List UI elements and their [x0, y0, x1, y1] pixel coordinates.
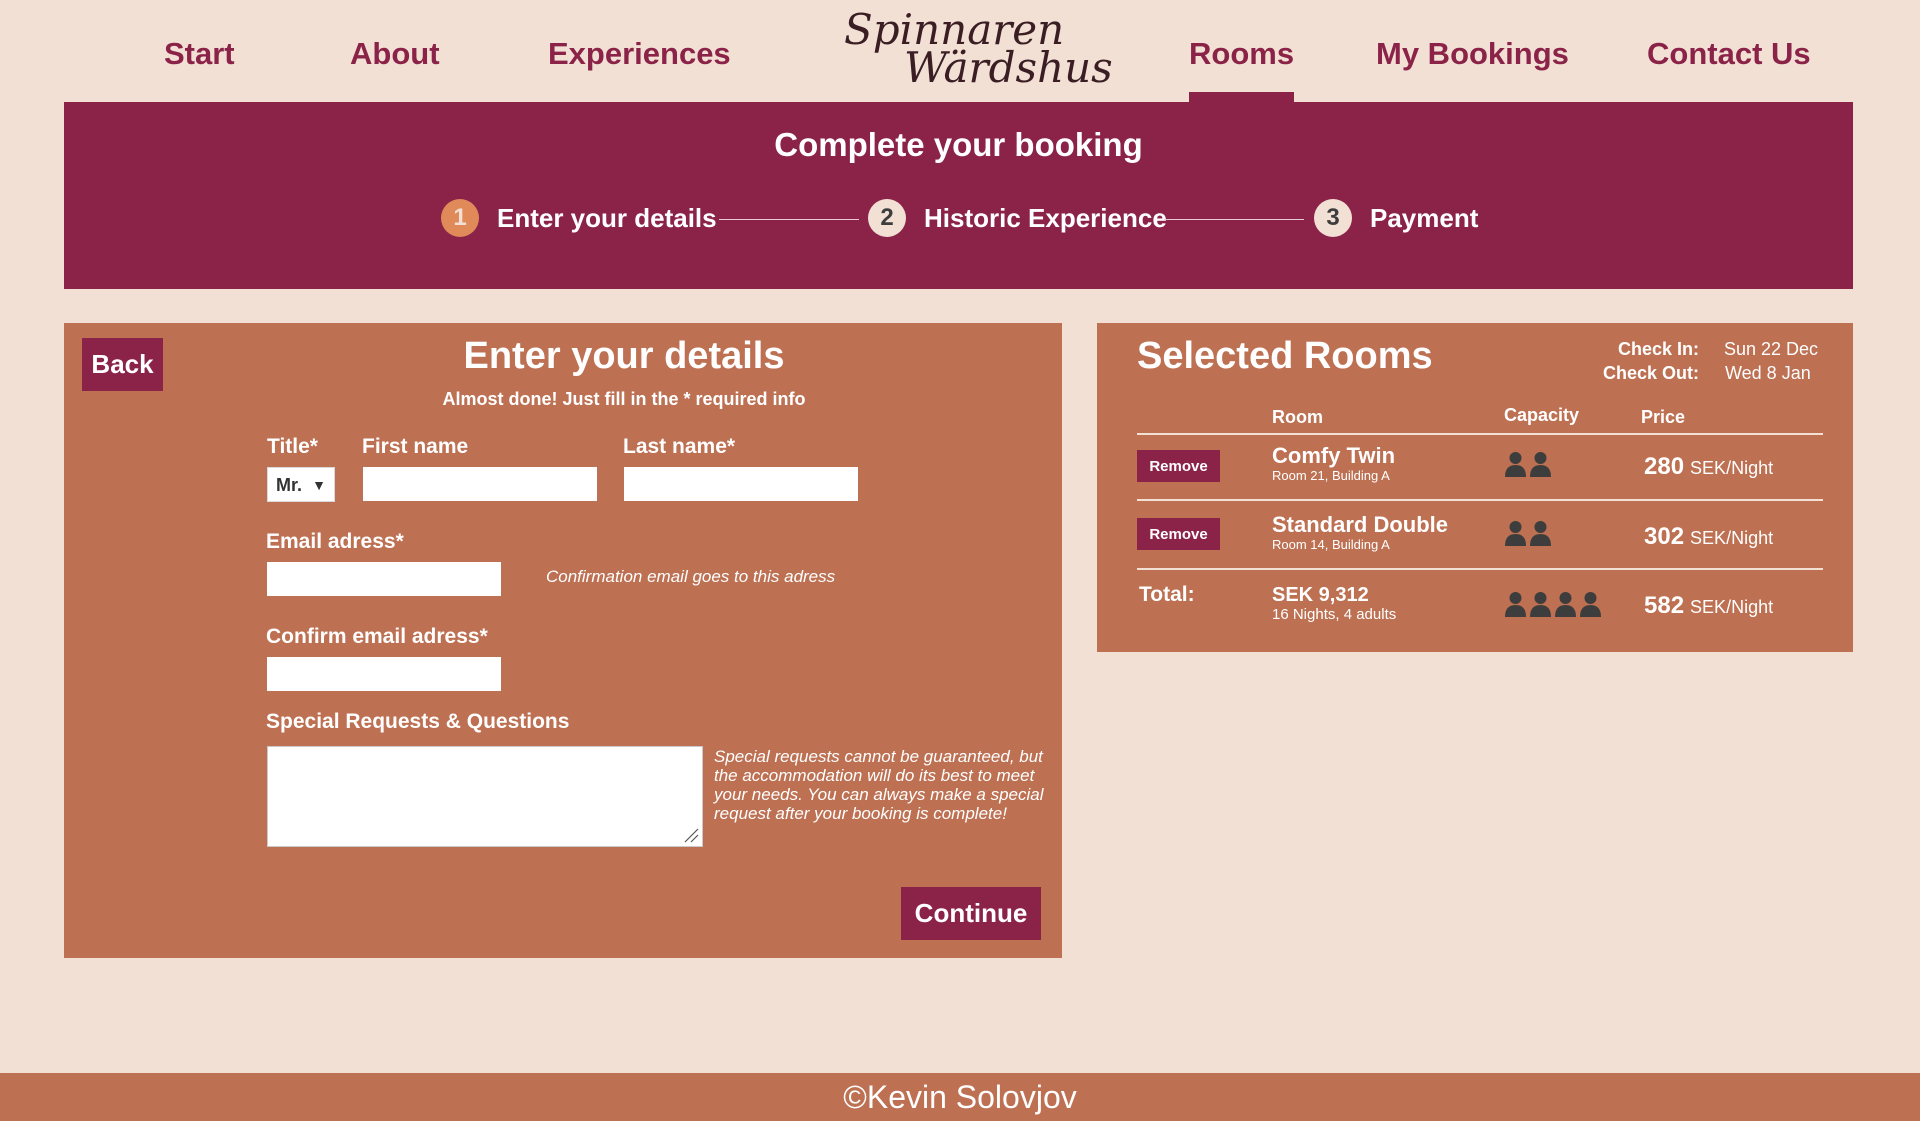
- person-icon: [1505, 452, 1526, 477]
- total-amount: SEK 9,312: [1272, 584, 1369, 606]
- remove-room-button[interactable]: Remove: [1137, 518, 1220, 550]
- logo-line-2: Wärdshus: [904, 43, 1113, 92]
- step-1-label: Enter your details: [497, 202, 717, 233]
- title-select[interactable]: Mr. ▼: [267, 467, 335, 502]
- title-select-value: Mr.: [276, 475, 303, 495]
- room-price: 280 SEK/Night: [1644, 453, 1773, 481]
- column-capacity: Capacity: [1504, 405, 1580, 425]
- nav-rooms[interactable]: Rooms: [1189, 34, 1295, 102]
- email-input[interactable]: [267, 562, 501, 596]
- first-name-label: First name: [362, 435, 469, 458]
- check-out-label: Check Out:: [1602, 363, 1699, 383]
- check-in-label: Check In:: [1617, 339, 1699, 359]
- person-icon: [1530, 592, 1551, 617]
- title-label: Title*: [267, 435, 318, 458]
- room-price-value: 302: [1644, 523, 1685, 550]
- total-price: 582 SEK/Night: [1644, 592, 1773, 620]
- booking-progress-banner: Complete your booking 1 Enter your detai…: [64, 102, 1853, 289]
- total-price-value: 582: [1644, 592, 1685, 619]
- room-price-unit: SEK/Night: [1690, 528, 1774, 548]
- nav-start[interactable]: Start: [164, 34, 235, 74]
- footer-copyright: ©Kevin Solovjov: [843, 1079, 1077, 1115]
- site-logo[interactable]: Spinnaren Wärdshus: [840, 6, 1113, 92]
- person-icon: [1580, 592, 1601, 617]
- details-form-panel: Back Enter your details Almost done! Jus…: [64, 323, 1062, 958]
- first-name-input[interactable]: [363, 467, 597, 501]
- room-capacity: [1505, 520, 1551, 546]
- back-button[interactable]: Back: [82, 338, 163, 391]
- special-requests-textarea[interactable]: [267, 746, 703, 847]
- resize-grip-icon[interactable]: [683, 827, 699, 843]
- person-icon: [1555, 592, 1576, 617]
- selected-rooms-panel: Selected Rooms Check In: Sun 22 Dec Chec…: [1097, 323, 1853, 652]
- nav-about[interactable]: About: [350, 34, 440, 74]
- last-name-input[interactable]: [624, 467, 858, 501]
- remove-room-button[interactable]: Remove: [1137, 450, 1220, 482]
- room-price: 302 SEK/Night: [1644, 523, 1773, 551]
- person-icon: [1530, 521, 1551, 546]
- room-name: Comfy Twin: [1272, 443, 1396, 468]
- form-subtitle: Almost done! Just fill in the * required…: [442, 389, 806, 409]
- last-name-label: Last name*: [623, 435, 736, 458]
- step-2-label: Historic Experience: [924, 202, 1167, 233]
- selected-rooms-title: Selected Rooms: [1137, 335, 1433, 377]
- email-hint: Confirmation email goes to this adress: [546, 567, 836, 586]
- row-divider: [1137, 433, 1823, 435]
- special-requests-label: Special Requests & Questions: [266, 710, 570, 733]
- step-3: 3 Payment: [1314, 198, 1478, 238]
- step-connector-2: [1164, 219, 1304, 220]
- banner-title: Complete your booking: [774, 126, 1143, 163]
- nav-contact-us[interactable]: Contact Us: [1647, 34, 1811, 74]
- row-divider: [1137, 499, 1823, 501]
- column-room: Room: [1272, 407, 1323, 427]
- step-1: 1 Enter your details: [441, 198, 717, 238]
- total-capacity: [1505, 591, 1601, 617]
- total-price-unit: SEK/Night: [1690, 597, 1774, 617]
- step-3-number: 3: [1314, 199, 1352, 237]
- person-icon: [1530, 452, 1551, 477]
- check-in-value: Sun 22 Dec: [1724, 339, 1819, 359]
- room-location: Room 14, Building A: [1272, 537, 1390, 552]
- total-label: Total:: [1139, 583, 1195, 606]
- confirm-email-input[interactable]: [267, 657, 501, 691]
- chevron-down-icon: ▼: [312, 477, 326, 493]
- step-2: 2 Historic Experience: [868, 198, 1167, 238]
- continue-button[interactable]: Continue: [901, 887, 1041, 940]
- form-title: Enter your details: [463, 335, 785, 377]
- room-price-unit: SEK/Night: [1690, 458, 1774, 478]
- nav-my-bookings[interactable]: My Bookings: [1376, 34, 1569, 74]
- step-connector-1: [719, 219, 859, 220]
- step-3-label: Payment: [1370, 202, 1479, 233]
- special-requests-hint: Special requests cannot be guaranteed, b…: [714, 747, 1044, 823]
- email-label: Email adress*: [266, 530, 404, 553]
- row-divider: [1137, 568, 1823, 570]
- room-location: Room 21, Building A: [1272, 468, 1390, 483]
- room-name: Standard Double: [1272, 512, 1449, 537]
- footer: ©Kevin Solovjov: [0, 1073, 1920, 1121]
- total-detail: 16 Nights, 4 adults: [1272, 606, 1397, 623]
- step-2-number: 2: [868, 199, 906, 237]
- column-price: Price: [1641, 407, 1686, 427]
- room-price-value: 280: [1644, 453, 1685, 480]
- step-1-number: 1: [441, 199, 479, 237]
- nav-experiences[interactable]: Experiences: [548, 34, 731, 74]
- confirm-email-label: Confirm email adress*: [266, 625, 488, 648]
- room-capacity: [1505, 451, 1551, 477]
- top-nav: Start About Experiences Spinnaren Wärdsh…: [0, 0, 1920, 102]
- check-out-value: Wed 8 Jan: [1725, 363, 1811, 383]
- person-icon: [1505, 592, 1526, 617]
- person-icon: [1505, 521, 1526, 546]
